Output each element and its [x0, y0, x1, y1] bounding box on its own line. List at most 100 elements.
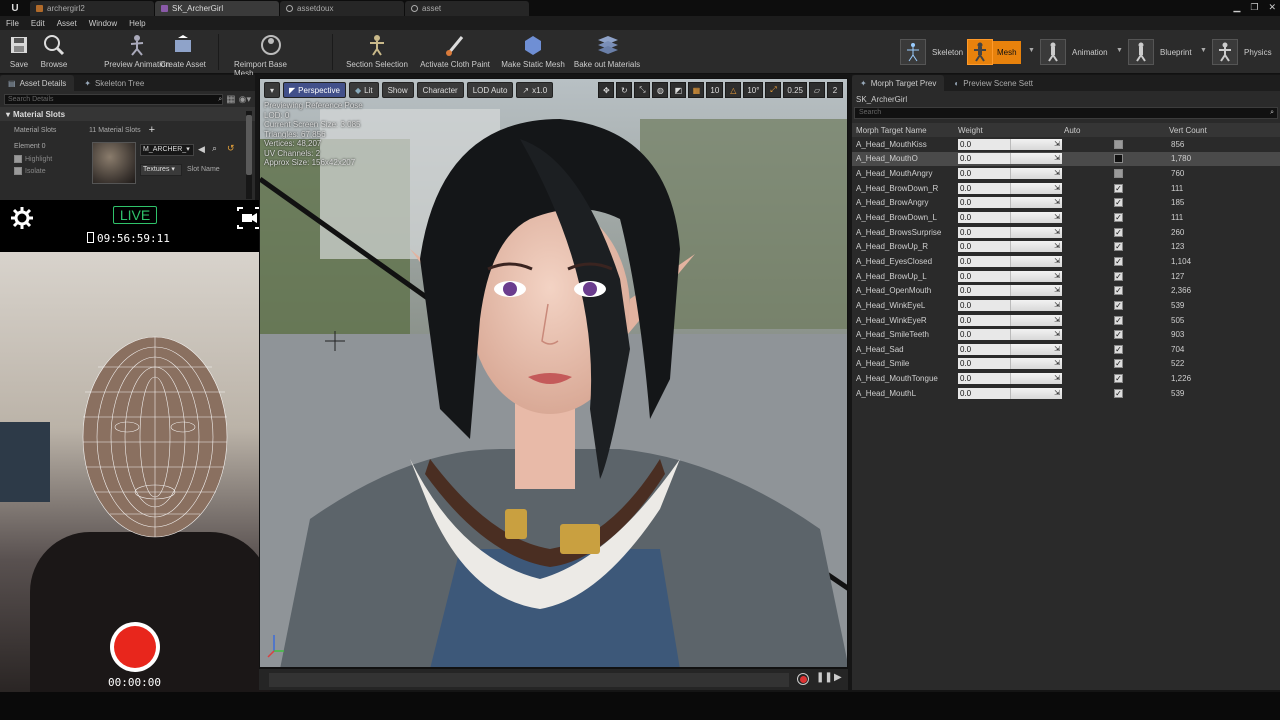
surface-snap-icon[interactable]: ◩ [670, 82, 687, 98]
translate-icon[interactable]: ✥ [598, 82, 615, 98]
search-icon[interactable]: ⌕ [212, 143, 217, 154]
drag-handle-icon[interactable]: ⇲ [1010, 241, 1062, 253]
auto-checkbox[interactable]: ✓ [1114, 300, 1123, 310]
table-row[interactable]: A_Head_MouthAngry 0.0 ⇲ 760 [852, 166, 1280, 181]
save-button[interactable]: Save [6, 33, 32, 69]
table-row[interactable]: A_Head_SmileTeeth 0.0 ⇲ ✓ 903 [852, 327, 1280, 342]
auto-checkbox[interactable] [1114, 169, 1123, 179]
grid-snap-value[interactable]: 10 [706, 82, 724, 98]
weight-field[interactable]: 0.0 ⇲ [958, 329, 1062, 341]
search-details-input[interactable]: Search Details ⌕ [4, 93, 224, 105]
scale-icon[interactable]: ⤡ [634, 82, 651, 98]
table-row[interactable]: A_Head_OpenMouth 0.0 ⇲ ✓ 2,366 [852, 283, 1280, 298]
table-row[interactable]: A_Head_BrowsSurprise 0.0 ⇲ ✓ 260 [852, 225, 1280, 240]
world-local-icon[interactable]: ◍ [652, 82, 669, 98]
drag-handle-icon[interactable]: ⇲ [1010, 270, 1062, 282]
material-slots-section[interactable]: ▾ Material Slots [0, 107, 255, 121]
weight-field[interactable]: 0.0 ⇲ [958, 255, 1062, 267]
isolate-checkbox[interactable]: Isolate [14, 167, 46, 175]
grid-snap-icon[interactable]: ▦ [688, 82, 705, 98]
mode-skeleton-button[interactable]: Skeleton [900, 38, 963, 66]
weight-field[interactable]: 0.0 ⇲ [958, 285, 1062, 297]
menu-edit[interactable]: Edit [31, 19, 45, 28]
menu-file[interactable]: File [6, 19, 19, 28]
tab-morph-target-preview[interactable]: ✦ Morph Target Prev [852, 75, 945, 91]
create-asset-button[interactable]: Create Asset [158, 33, 208, 69]
drag-handle-icon[interactable]: ⇲ [1010, 314, 1062, 326]
tab-preview-scene-settings[interactable]: ◐ Preview Scene Sett [946, 75, 1042, 91]
lit-button[interactable]: ◆ Lit [348, 82, 379, 98]
morph-search-input[interactable]: Search ⌕ [854, 107, 1278, 119]
add-slot-icon[interactable]: + [149, 124, 155, 136]
doc-tab[interactable]: assetdoux [280, 1, 404, 16]
mode-animation-button[interactable]: Animation [1040, 38, 1108, 66]
camera-speed-icon[interactable]: ▱ [809, 82, 825, 98]
drag-handle-icon[interactable]: ⇲ [1010, 138, 1062, 150]
weight-field[interactable]: 0.0 ⇲ [958, 270, 1062, 282]
auto-checkbox[interactable]: ✓ [1114, 242, 1123, 252]
auto-checkbox[interactable]: ✓ [1114, 374, 1123, 384]
auto-checkbox[interactable] [1114, 139, 1123, 149]
auto-checkbox[interactable]: ✓ [1114, 359, 1123, 369]
auto-checkbox[interactable]: ✓ [1114, 330, 1123, 340]
table-row[interactable]: A_Head_MouthO 0.0 ⇲ 1,780 [852, 151, 1280, 167]
weight-field[interactable]: 0.0 ⇲ [958, 299, 1062, 311]
weight-field[interactable]: 0.0 ⇲ [958, 226, 1062, 238]
auto-checkbox[interactable]: ✓ [1114, 286, 1123, 296]
highlight-checkbox[interactable]: Highlight [14, 155, 52, 163]
tab-asset-details[interactable]: ▤ Asset Details [0, 75, 75, 91]
pause-icon[interactable]: ❚❚ [816, 672, 833, 683]
details-scrollbar[interactable] [246, 111, 252, 199]
table-row[interactable]: A_Head_Sad 0.0 ⇲ ✓ 704 [852, 342, 1280, 357]
rotate-icon[interactable]: ↻ [616, 82, 633, 98]
mode-mesh-button[interactable]: Mesh [967, 38, 1021, 66]
live-badge[interactable]: LIVE [113, 206, 157, 224]
drag-handle-icon[interactable]: ⇲ [1010, 373, 1062, 385]
menu-asset[interactable]: Asset [57, 19, 77, 28]
grid-view-icon[interactable]: ▦ [226, 94, 235, 105]
col-header-name[interactable]: Morph Target Name [852, 126, 958, 135]
auto-checkbox[interactable] [1114, 154, 1123, 164]
weight-field[interactable]: 0.0 ⇲ [958, 241, 1062, 253]
eye-icon[interactable]: ◉▾ [239, 94, 251, 105]
doc-tab[interactable]: archergirl2 [30, 1, 154, 16]
table-row[interactable]: A_Head_MouthKiss 0.0 ⇲ 856 [852, 137, 1280, 152]
activate-cloth-paint-button[interactable]: Activate Cloth Paint [419, 33, 491, 69]
record-animation-button[interactable] [797, 673, 809, 685]
weight-field[interactable]: 0.0 ⇲ [958, 358, 1062, 370]
weight-field[interactable]: 0.0 ⇲ [958, 182, 1062, 194]
drag-handle-icon[interactable]: ⇲ [1010, 343, 1062, 355]
auto-checkbox[interactable]: ✓ [1114, 256, 1123, 266]
chevron-down-icon[interactable]: ▼ [1116, 47, 1123, 54]
textures-dropdown[interactable]: Textures ▾ [140, 164, 182, 176]
minimize-icon[interactable]: ▁ [1233, 2, 1240, 13]
table-row[interactable]: A_Head_WinkEyeR 0.0 ⇲ ✓ 505 [852, 313, 1280, 328]
play-next-icon[interactable]: ▶ [834, 672, 842, 683]
drag-handle-icon[interactable]: ⇲ [1010, 358, 1062, 370]
lod-button[interactable]: LOD Auto [466, 82, 514, 98]
weight-field[interactable]: 0.0 ⇲ [958, 314, 1062, 326]
weight-field[interactable]: 0.0 ⇲ [958, 343, 1062, 355]
browse-button[interactable]: Browse [38, 33, 70, 69]
perspective-button[interactable]: ◤ Perspective [283, 82, 346, 98]
auto-checkbox[interactable]: ✓ [1114, 183, 1123, 193]
weight-field[interactable]: 0.0 ⇲ [958, 168, 1062, 180]
show-button[interactable]: Show [381, 82, 414, 98]
col-header-verts[interactable]: Vert Count [1169, 126, 1269, 135]
col-header-weight[interactable]: Weight [958, 126, 1064, 135]
table-row[interactable]: A_Head_BrowAngry 0.0 ⇲ ✓ 185 [852, 196, 1280, 211]
drag-handle-icon[interactable]: ⇲ [1010, 285, 1062, 297]
angle-snap-value[interactable]: 10° [743, 82, 764, 98]
menu-help[interactable]: Help [129, 19, 145, 28]
viewport-options-button[interactable]: ▾ [264, 82, 281, 98]
section-selection-button[interactable]: Section Selection [346, 33, 408, 69]
weight-field[interactable]: 0.0 ⇲ [958, 197, 1062, 209]
menu-window[interactable]: Window [89, 19, 117, 28]
scale-snap-value[interactable]: 0.25 [783, 82, 807, 98]
drag-handle-icon[interactable]: ⇲ [1010, 212, 1062, 224]
drag-handle-icon[interactable]: ⇲ [1010, 153, 1062, 165]
scale-snap-icon[interactable]: ⤢ [765, 82, 782, 98]
drag-handle-icon[interactable]: ⇲ [1010, 182, 1062, 194]
make-static-mesh-button[interactable]: Make Static Mesh [501, 33, 565, 69]
drag-handle-icon[interactable]: ⇲ [1010, 197, 1062, 209]
